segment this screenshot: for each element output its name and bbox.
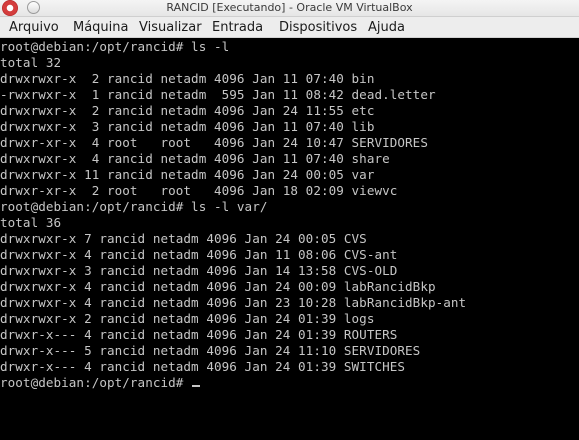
menu-ajuda[interactable]: Ajuda	[368, 19, 405, 36]
menu-bar: Arquivo Máquina Visualizar Entrada Dispo…	[0, 17, 579, 38]
terminal-line: drwxrwxr-x 7 rancid netadm 4096 Jan 24 0…	[0, 231, 367, 246]
terminal-line: total 36	[0, 215, 62, 230]
terminal-line: drwxrwxr-x 4 rancid netadm 4096 Jan 11 0…	[0, 247, 398, 262]
terminal-line: drwxr-x--- 5 rancid netadm 4096 Jan 24 1…	[0, 343, 421, 358]
terminal-line: root@debian:/opt/rancid# ls -l var/	[0, 199, 268, 214]
terminal-line: -rwxrwxr-x 1 rancid netadm 595 Jan 11 08…	[0, 87, 436, 102]
terminal-line: drwxr-xr-x 2 root root 4096 Jan 18 02:09…	[0, 183, 398, 198]
terminal-line: drwxrwxr-x 2 rancid netadm 4096 Jan 11 0…	[0, 71, 375, 86]
text-cursor	[192, 385, 201, 387]
terminal-line: drwxrwxr-x 3 rancid netadm 4096 Jan 14 1…	[0, 263, 398, 278]
terminal-line: total 32	[0, 55, 62, 70]
menu-maquina[interactable]: Máquina	[73, 19, 129, 36]
terminal-line: drwxr-xr-x 4 root root 4096 Jan 24 10:47…	[0, 135, 428, 150]
window-title-bar: RANCID [Executando] - Oracle VM VirtualB…	[0, 0, 579, 17]
menu-visualizar[interactable]: Visualizar	[139, 19, 202, 36]
terminal-prompt: root@debian:/opt/rancid#	[0, 375, 192, 390]
terminal-line: drwxrwxr-x 4 rancid netadm 4096 Jan 24 0…	[0, 279, 436, 294]
menu-arquivo[interactable]: Arquivo	[9, 19, 59, 36]
terminal-line: drwxr-x--- 4 rancid netadm 4096 Jan 24 0…	[0, 359, 406, 374]
menu-entrada[interactable]: Entrada	[212, 19, 263, 36]
terminal-line: drwxrwxr-x 2 rancid netadm 4096 Jan 24 1…	[0, 103, 375, 118]
terminal-prompt-line[interactable]: root@debian:/opt/rancid#	[0, 375, 201, 391]
terminal-line: drwxrwxr-x 4 rancid netadm 4096 Jan 11 0…	[0, 151, 390, 166]
terminal-line: root@debian:/opt/rancid# ls -l	[0, 39, 230, 54]
window-title: RANCID [Executando] - Oracle VM VirtualB…	[166, 1, 413, 14]
terminal-line: drwxr-x--- 4 rancid netadm 4096 Jan 24 0…	[0, 327, 398, 342]
terminal-line: drwxrwxr-x 11 rancid netadm 4096 Jan 24 …	[0, 167, 375, 182]
terminal-screen[interactable]: root@debian:/opt/rancid# ls -l total 32 …	[0, 38, 579, 440]
menu-dispositivos[interactable]: Dispositivos	[279, 19, 357, 36]
terminal-line: drwxrwxr-x 3 rancid netadm 4096 Jan 11 0…	[0, 119, 375, 134]
terminal-line: drwxrwxr-x 4 rancid netadm 4096 Jan 23 1…	[0, 295, 467, 310]
terminal-line: drwxrwxr-x 2 rancid netadm 4096 Jan 24 0…	[0, 311, 375, 326]
